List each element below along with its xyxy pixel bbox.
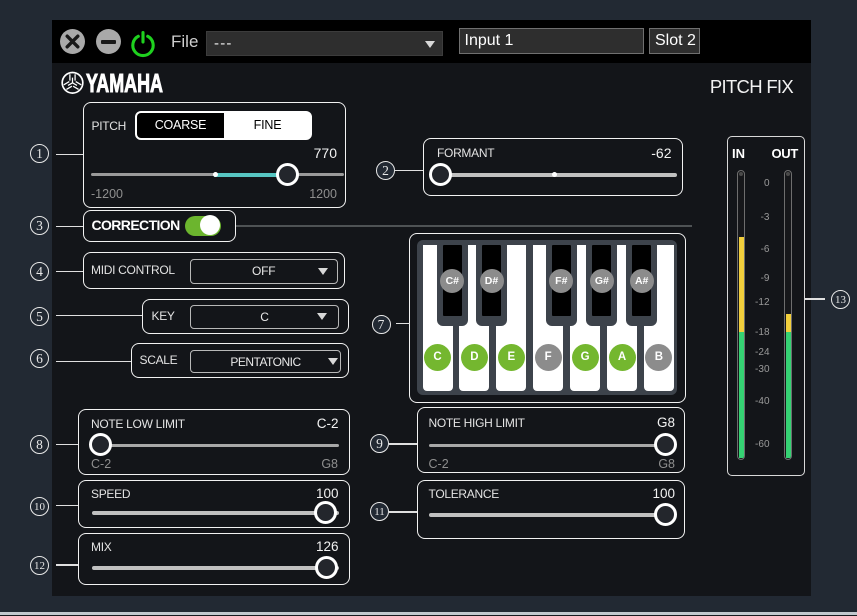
svg-text:YAMAHA: YAMAHA xyxy=(86,71,163,98)
